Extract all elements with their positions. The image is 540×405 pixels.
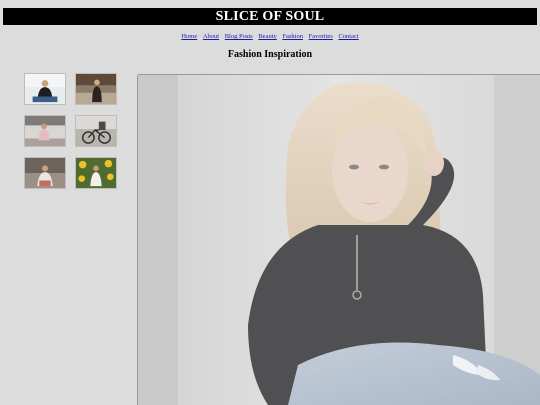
nav-link-about[interactable]: About bbox=[203, 33, 219, 40]
thumbnail-6[interactable] bbox=[75, 157, 117, 189]
page-heading: Fashion Inspiration bbox=[227, 49, 313, 60]
featured-image[interactable] bbox=[138, 75, 540, 405]
nav-link-contact[interactable]: Contact bbox=[338, 33, 358, 40]
nav-link-favorites[interactable]: Favorites bbox=[309, 33, 333, 40]
main-nav: Home About Blog Posts Beauty Fashion Fav… bbox=[0, 32, 540, 41]
nav-link-fashion[interactable]: Fashion bbox=[282, 33, 303, 40]
thumbnail-image bbox=[25, 74, 65, 104]
thumbnail-image bbox=[25, 116, 65, 146]
nav-link-beauty[interactable]: Beauty bbox=[258, 33, 276, 40]
thumbnail-4[interactable] bbox=[75, 115, 117, 147]
nav-link-home[interactable]: Home bbox=[181, 33, 197, 40]
page: SLICE OF SOUL Home About Blog Posts Beau… bbox=[0, 0, 540, 405]
nav-link-blog-posts[interactable]: Blog Posts bbox=[225, 33, 253, 40]
thumbnail-1[interactable] bbox=[24, 73, 66, 105]
thumbnail-2[interactable] bbox=[75, 73, 117, 105]
site-title: SLICE OF SOUL bbox=[3, 8, 537, 25]
thumbnail-5[interactable] bbox=[24, 157, 66, 189]
thumbnail-image bbox=[76, 116, 116, 146]
featured-photo bbox=[138, 75, 540, 405]
thumbnail-image bbox=[25, 158, 65, 188]
thumbnail-image bbox=[76, 74, 116, 104]
thumbnail-3[interactable] bbox=[24, 115, 66, 147]
thumbnail-image bbox=[76, 158, 116, 188]
